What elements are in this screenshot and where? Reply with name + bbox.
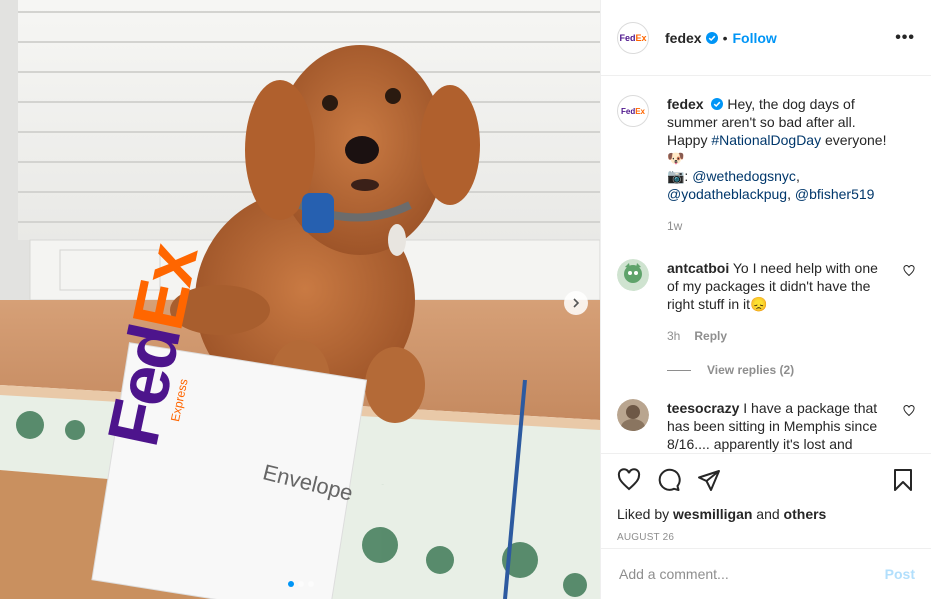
- account-name[interactable]: fedex: [665, 30, 702, 46]
- post-photo[interactable]: FedEx Express Envelope: [0, 0, 600, 599]
- hashtag-link[interactable]: #NationalDogDay: [711, 132, 821, 148]
- comments-list[interactable]: Fed Ex fedex Hey, the dog days of summer …: [601, 77, 931, 453]
- carousel-dot-active: [288, 581, 294, 587]
- post-actions: Liked by wesmilligan and others AUGUST 2…: [601, 453, 931, 543]
- logo-ex: Ex: [635, 32, 647, 43]
- comment: teesocrazy I have a package that has bee…: [617, 399, 915, 453]
- dog-photo-illustration: [0, 0, 600, 599]
- logo-fed: Fed: [619, 32, 636, 43]
- action-icons: [617, 464, 915, 496]
- comment-user[interactable]: antcatboi: [667, 260, 729, 276]
- likes-others[interactable]: others: [784, 506, 827, 522]
- caption-avatar[interactable]: Fed Ex: [617, 95, 649, 127]
- comment-bubble-icon[interactable]: [657, 468, 681, 492]
- next-photo-button[interactable]: [564, 291, 588, 315]
- caption: Fed Ex fedex Hey, the dog days of summer …: [617, 95, 915, 235]
- caption-user[interactable]: fedex: [667, 96, 704, 112]
- post-header: Fed Ex fedex • Follow •••: [601, 0, 931, 76]
- logo-ex: Ex: [635, 106, 646, 116]
- fedex-avatar[interactable]: Fed Ex: [617, 21, 649, 54]
- share-paper-plane-icon[interactable]: [697, 468, 721, 492]
- commenter-avatar[interactable]: [617, 399, 649, 431]
- like-heart-icon[interactable]: [617, 468, 641, 492]
- comment-body: teesocrazy I have a package that has bee…: [667, 399, 887, 453]
- carousel-dots: [286, 581, 316, 587]
- camera-credit: 📷:: [667, 168, 693, 184]
- view-replies-label: View replies (2): [707, 363, 795, 377]
- carousel-dot: [308, 581, 314, 587]
- instagram-post: FedEx Express Envelope Fed Ex fedex • Fol…: [0, 0, 931, 599]
- avatar-image: [617, 399, 649, 431]
- like-comment-heart-icon[interactable]: [903, 405, 915, 417]
- post-sidebar: Fed Ex fedex • Follow ••• Fed Ex fedex Hey…: [600, 0, 931, 599]
- carousel-dot: [298, 581, 304, 587]
- comment-time[interactable]: 3h: [667, 329, 680, 343]
- comment-body: antcatboi Yo I need help with one of my …: [667, 259, 887, 345]
- mention-link[interactable]: @yodatheblackpug: [667, 186, 787, 202]
- add-comment-bar: Post: [601, 548, 931, 599]
- mention-link[interactable]: @bfisher519: [795, 186, 875, 202]
- chevron-right-icon: [573, 298, 580, 308]
- more-options-icon[interactable]: •••: [895, 29, 915, 47]
- likes-user[interactable]: wesmilligan: [673, 506, 752, 522]
- commenter-avatar[interactable]: [617, 259, 649, 291]
- envelope-brand-ex: Ex: [117, 239, 214, 337]
- comment-user[interactable]: teesocrazy: [667, 400, 739, 416]
- likes-prefix: Liked by: [617, 506, 670, 522]
- verified-badge-icon: [711, 98, 724, 110]
- save-bookmark-icon[interactable]: [891, 468, 915, 492]
- reply-button[interactable]: Reply: [694, 329, 727, 343]
- caption-body: fedex Hey, the dog days of summer aren't…: [667, 96, 887, 235]
- add-comment-input[interactable]: [617, 565, 885, 583]
- follow-button[interactable]: Follow: [732, 30, 776, 46]
- verified-badge-icon: [705, 31, 718, 44]
- likes-summary: Liked by wesmilligan and others: [617, 506, 915, 522]
- view-replies-line: [667, 369, 691, 371]
- caption-time[interactable]: 1w: [667, 217, 887, 235]
- likes-and: and: [756, 506, 780, 522]
- view-replies-button[interactable]: View replies (2): [667, 363, 915, 377]
- separator-dot: •: [722, 29, 728, 46]
- comment: antcatboi Yo I need help with one of my …: [617, 259, 915, 345]
- like-comment-heart-icon[interactable]: [903, 265, 915, 277]
- post-comment-button[interactable]: Post: [885, 566, 915, 582]
- comment-meta: 3h Reply: [667, 327, 887, 345]
- avatar-image: [617, 259, 649, 291]
- mention-link[interactable]: @wethedogsnyc: [692, 168, 796, 184]
- logo-fed: Fed: [620, 106, 636, 116]
- post-date[interactable]: AUGUST 26: [617, 532, 915, 543]
